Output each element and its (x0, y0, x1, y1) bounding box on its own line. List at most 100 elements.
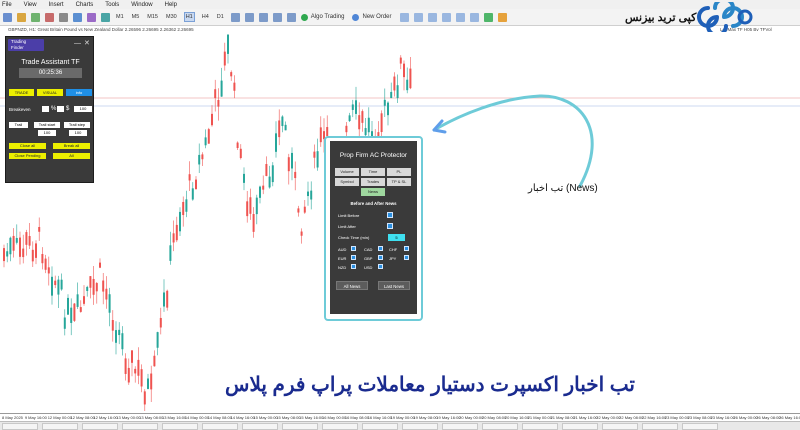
tab-tp-sl[interactable]: TP & SL (387, 178, 411, 186)
new-order-button[interactable]: New Order (352, 13, 392, 21)
magnify-icon[interactable] (441, 12, 451, 22)
trail-button[interactable]: Trail (9, 122, 28, 128)
chart-tab[interactable] (682, 423, 718, 430)
percent-button[interactable]: % (51, 106, 56, 112)
candle-body (307, 191, 309, 197)
trade-mode-button[interactable]: TRADE (9, 89, 34, 96)
currency-eur-checkbox[interactable] (351, 255, 356, 260)
chart-tab[interactable] (42, 423, 78, 430)
tf-h1[interactable]: H1 (183, 12, 195, 22)
menu-window[interactable]: Window (131, 2, 152, 8)
all-button[interactable]: All (53, 153, 90, 159)
tab-pl[interactable]: PL (387, 168, 411, 176)
chart-tab[interactable] (442, 423, 478, 430)
line-tool-icon[interactable] (73, 12, 82, 22)
info-mode-button[interactable]: info (66, 89, 92, 96)
candle-body (137, 359, 140, 376)
trend-icon[interactable] (413, 12, 423, 22)
shapes-icon[interactable] (101, 12, 110, 22)
tf-m15[interactable]: M15 (146, 13, 159, 21)
menu-help[interactable]: Help (165, 2, 177, 8)
tf-m30[interactable]: M30 (165, 13, 178, 21)
prop-firm-panel: Prop Firm AC Protector Volume Time PL Sy… (330, 141, 417, 314)
zoom-in-icon[interactable] (272, 12, 282, 22)
templates-icon[interactable] (258, 12, 268, 22)
break-all-button[interactable]: Break all (53, 143, 90, 149)
menu-tools[interactable]: Tools (105, 2, 119, 8)
search-icon[interactable] (427, 12, 437, 22)
visual-mode-button[interactable]: VISUAL (37, 89, 63, 96)
close-pending-button[interactable]: Close Pending (9, 153, 46, 159)
candle-body (44, 258, 47, 270)
profiles-icon[interactable] (17, 12, 26, 22)
tf-m5[interactable]: M5 (131, 13, 141, 21)
chart-tab[interactable] (362, 423, 398, 430)
tf-m1[interactable]: M1 (115, 13, 125, 21)
breakeven-checkbox[interactable] (42, 106, 49, 112)
shield-icon[interactable] (483, 12, 493, 22)
chart-type-icon[interactable] (230, 12, 240, 22)
chart-tab[interactable] (2, 423, 38, 430)
percent-toggle[interactable] (57, 106, 64, 112)
minimize-button[interactable]: — (74, 40, 81, 47)
crosshair-icon[interactable] (59, 12, 68, 22)
currency-aud-checkbox[interactable] (351, 246, 356, 251)
tab-time[interactable]: Time (361, 168, 385, 176)
candles-icon[interactable] (469, 12, 479, 22)
all-news-button[interactable]: All News (336, 281, 368, 290)
chart-tab[interactable] (562, 423, 598, 430)
trail-step-input[interactable]: 100 (69, 130, 87, 136)
tab-news[interactable]: News (361, 188, 385, 196)
market-watch-icon[interactable] (31, 12, 40, 22)
chart-tab[interactable] (522, 423, 558, 430)
tf-d1[interactable]: D1 (216, 13, 225, 21)
chart-tab[interactable] (642, 423, 678, 430)
indicators-icon[interactable] (244, 12, 254, 22)
tab-symbol[interactable]: Symbol (335, 178, 359, 186)
candle-body (201, 154, 204, 160)
currency-chf-checkbox[interactable] (404, 246, 409, 251)
signal-icon[interactable] (399, 12, 409, 22)
tf-h4[interactable]: H4 (201, 13, 210, 21)
chart-tab[interactable] (322, 423, 358, 430)
menu-view[interactable]: View (24, 2, 37, 8)
zoom-out-icon[interactable] (286, 12, 296, 22)
currency-gbp-checkbox[interactable] (378, 255, 383, 260)
currency-cad-checkbox[interactable] (378, 246, 383, 251)
trail-start-input[interactable]: 100 (38, 130, 56, 136)
menu-insert[interactable]: Insert (49, 2, 64, 8)
limit-after-checkbox[interactable] (387, 223, 393, 229)
grid-icon[interactable] (455, 12, 465, 22)
menu-file[interactable]: File (2, 2, 12, 8)
close-all-button[interactable]: Close all (9, 143, 46, 149)
history-icon[interactable] (497, 12, 507, 22)
tab-trades[interactable]: Trades (361, 178, 385, 186)
last-news-button[interactable]: Last News (378, 281, 410, 290)
chart-tab[interactable] (242, 423, 278, 430)
currency-jpy-checkbox[interactable] (404, 255, 409, 260)
chart-tab[interactable] (482, 423, 518, 430)
dollar-button[interactable]: $ (66, 106, 69, 112)
trail-step-label: Trail step (64, 122, 90, 128)
tab-volume[interactable]: Volume (335, 168, 359, 176)
breakeven-input[interactable]: 100 (74, 106, 92, 112)
candle-body (86, 286, 89, 291)
new-chart-icon[interactable] (3, 12, 12, 22)
chart-tab[interactable] (202, 423, 238, 430)
chart-tab[interactable] (282, 423, 318, 430)
currency-nzd-checkbox[interactable] (351, 264, 356, 269)
text-tool-icon[interactable] (87, 12, 96, 22)
chart-tab[interactable] (82, 423, 118, 430)
chart-tab[interactable] (402, 423, 438, 430)
close-button[interactable]: ✕ (84, 40, 90, 47)
time-axis-label: 15 May 16:00 (299, 415, 324, 420)
algo-trading-button[interactable]: Algo Trading (300, 13, 344, 21)
check-time-input[interactable]: 5 (388, 234, 405, 241)
currency-usd-checkbox[interactable] (378, 264, 383, 269)
chart-tab[interactable] (122, 423, 158, 430)
limit-before-checkbox[interactable] (387, 212, 393, 218)
chart-tab[interactable] (162, 423, 198, 430)
navigator-icon[interactable] (45, 12, 54, 22)
chart-tab[interactable] (602, 423, 638, 430)
menu-charts[interactable]: Charts (76, 2, 94, 8)
